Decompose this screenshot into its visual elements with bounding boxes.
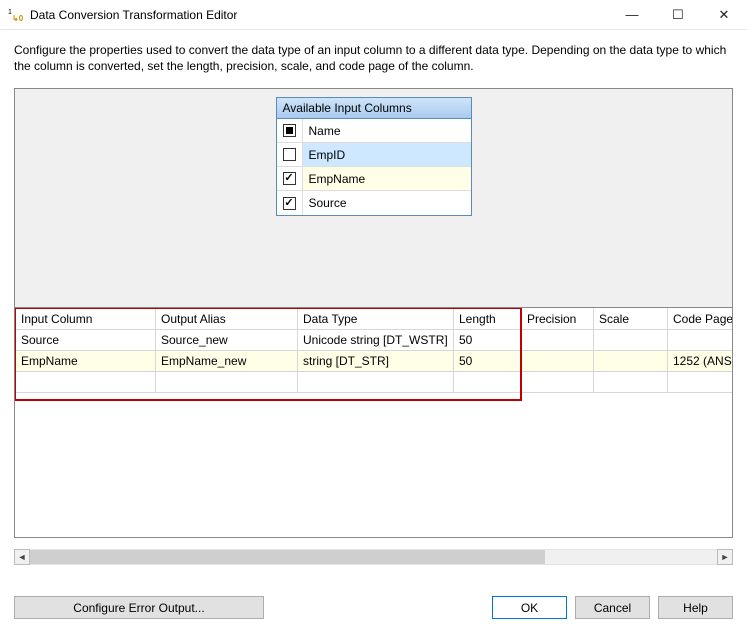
scroll-thumb[interactable] [30, 550, 545, 564]
name-column-header: Name [303, 119, 471, 142]
cell-length[interactable]: 50 [454, 329, 522, 350]
available-columns-list: Available Input Columns Name EmpID EmpNa… [276, 97, 472, 216]
grid-empty-row[interactable] [16, 371, 734, 392]
col-code-page[interactable]: Code Page [668, 308, 734, 329]
checkbox-icon [283, 197, 296, 210]
description-text: Configure the properties used to convert… [14, 42, 733, 74]
close-button[interactable]: ✕ [701, 0, 747, 29]
cell-precision[interactable] [522, 350, 594, 371]
cell-output-alias[interactable]: EmpName_new [156, 350, 298, 371]
available-label: EmpID [303, 143, 471, 166]
grid-row[interactable]: EmpName EmpName_new string [DT_STR] 50 1… [16, 350, 734, 371]
cell-precision[interactable] [522, 329, 594, 350]
col-scale[interactable]: Scale [594, 308, 668, 329]
col-precision[interactable]: Precision [522, 308, 594, 329]
grid-row[interactable]: Source Source_new Unicode string [DT_WST… [16, 329, 734, 350]
cell-data-type[interactable]: Unicode string [DT_WSTR] [298, 329, 454, 350]
checkbox-empname[interactable] [277, 167, 303, 190]
available-row-source[interactable]: Source [277, 191, 471, 215]
cell-length[interactable]: 50 [454, 350, 522, 371]
cell-code-page[interactable] [668, 329, 734, 350]
maximize-button[interactable]: ☐ [655, 0, 701, 29]
window-controls: ― ☐ ✕ [609, 0, 747, 29]
cell-output-alias[interactable]: Source_new [156, 329, 298, 350]
available-label: EmpName [303, 167, 471, 190]
cancel-button[interactable]: Cancel [575, 596, 650, 619]
cell-scale[interactable] [594, 329, 668, 350]
col-data-type[interactable]: Data Type [298, 308, 454, 329]
titlebar: 1 ↳0 Data Conversion Transformation Edit… [0, 0, 747, 30]
available-columns-header: Available Input Columns [277, 98, 471, 119]
cell-input-column[interactable]: Source [16, 329, 156, 350]
scroll-track[interactable] [30, 549, 717, 565]
checkbox-empid[interactable] [277, 143, 303, 166]
available-header-row: Name [277, 119, 471, 143]
col-input-column[interactable]: Input Column [16, 308, 156, 329]
available-row-empname[interactable]: EmpName [277, 167, 471, 191]
select-all-checkbox-icon [283, 124, 296, 137]
select-all-checkbox-cell[interactable] [277, 119, 303, 142]
conversion-grid-panel: Input Column Output Alias Data Type Leng… [14, 308, 733, 538]
available-columns-panel: Available Input Columns Name EmpID EmpNa… [14, 88, 733, 308]
checkbox-icon [283, 172, 296, 185]
horizontal-scrollbar[interactable]: ◄ ► [14, 549, 733, 565]
available-row-empid[interactable]: EmpID [277, 143, 471, 167]
scroll-left-button[interactable]: ◄ [14, 549, 30, 565]
cell-input-column[interactable]: EmpName [16, 350, 156, 371]
scroll-right-button[interactable]: ► [717, 549, 733, 565]
minimize-button[interactable]: ― [609, 0, 655, 29]
conversion-grid[interactable]: Input Column Output Alias Data Type Leng… [15, 308, 733, 393]
cell-code-page[interactable]: 1252 (ANSI [668, 350, 734, 371]
app-icon: 1 ↳0 [8, 7, 24, 23]
configure-error-output-button[interactable]: Configure Error Output... [14, 596, 264, 619]
svg-text:↳0: ↳0 [12, 14, 24, 23]
grid-header-row: Input Column Output Alias Data Type Leng… [16, 308, 734, 329]
dialog-buttons: Configure Error Output... OK Cancel Help [14, 596, 733, 619]
cell-scale[interactable] [594, 350, 668, 371]
help-button[interactable]: Help [658, 596, 733, 619]
col-output-alias[interactable]: Output Alias [156, 308, 298, 329]
col-length[interactable]: Length [454, 308, 522, 329]
checkbox-icon [283, 148, 296, 161]
ok-button[interactable]: OK [492, 596, 567, 619]
window-title: Data Conversion Transformation Editor [30, 8, 609, 22]
cell-data-type[interactable]: string [DT_STR] [298, 350, 454, 371]
checkbox-source[interactable] [277, 191, 303, 215]
available-label: Source [303, 191, 471, 215]
